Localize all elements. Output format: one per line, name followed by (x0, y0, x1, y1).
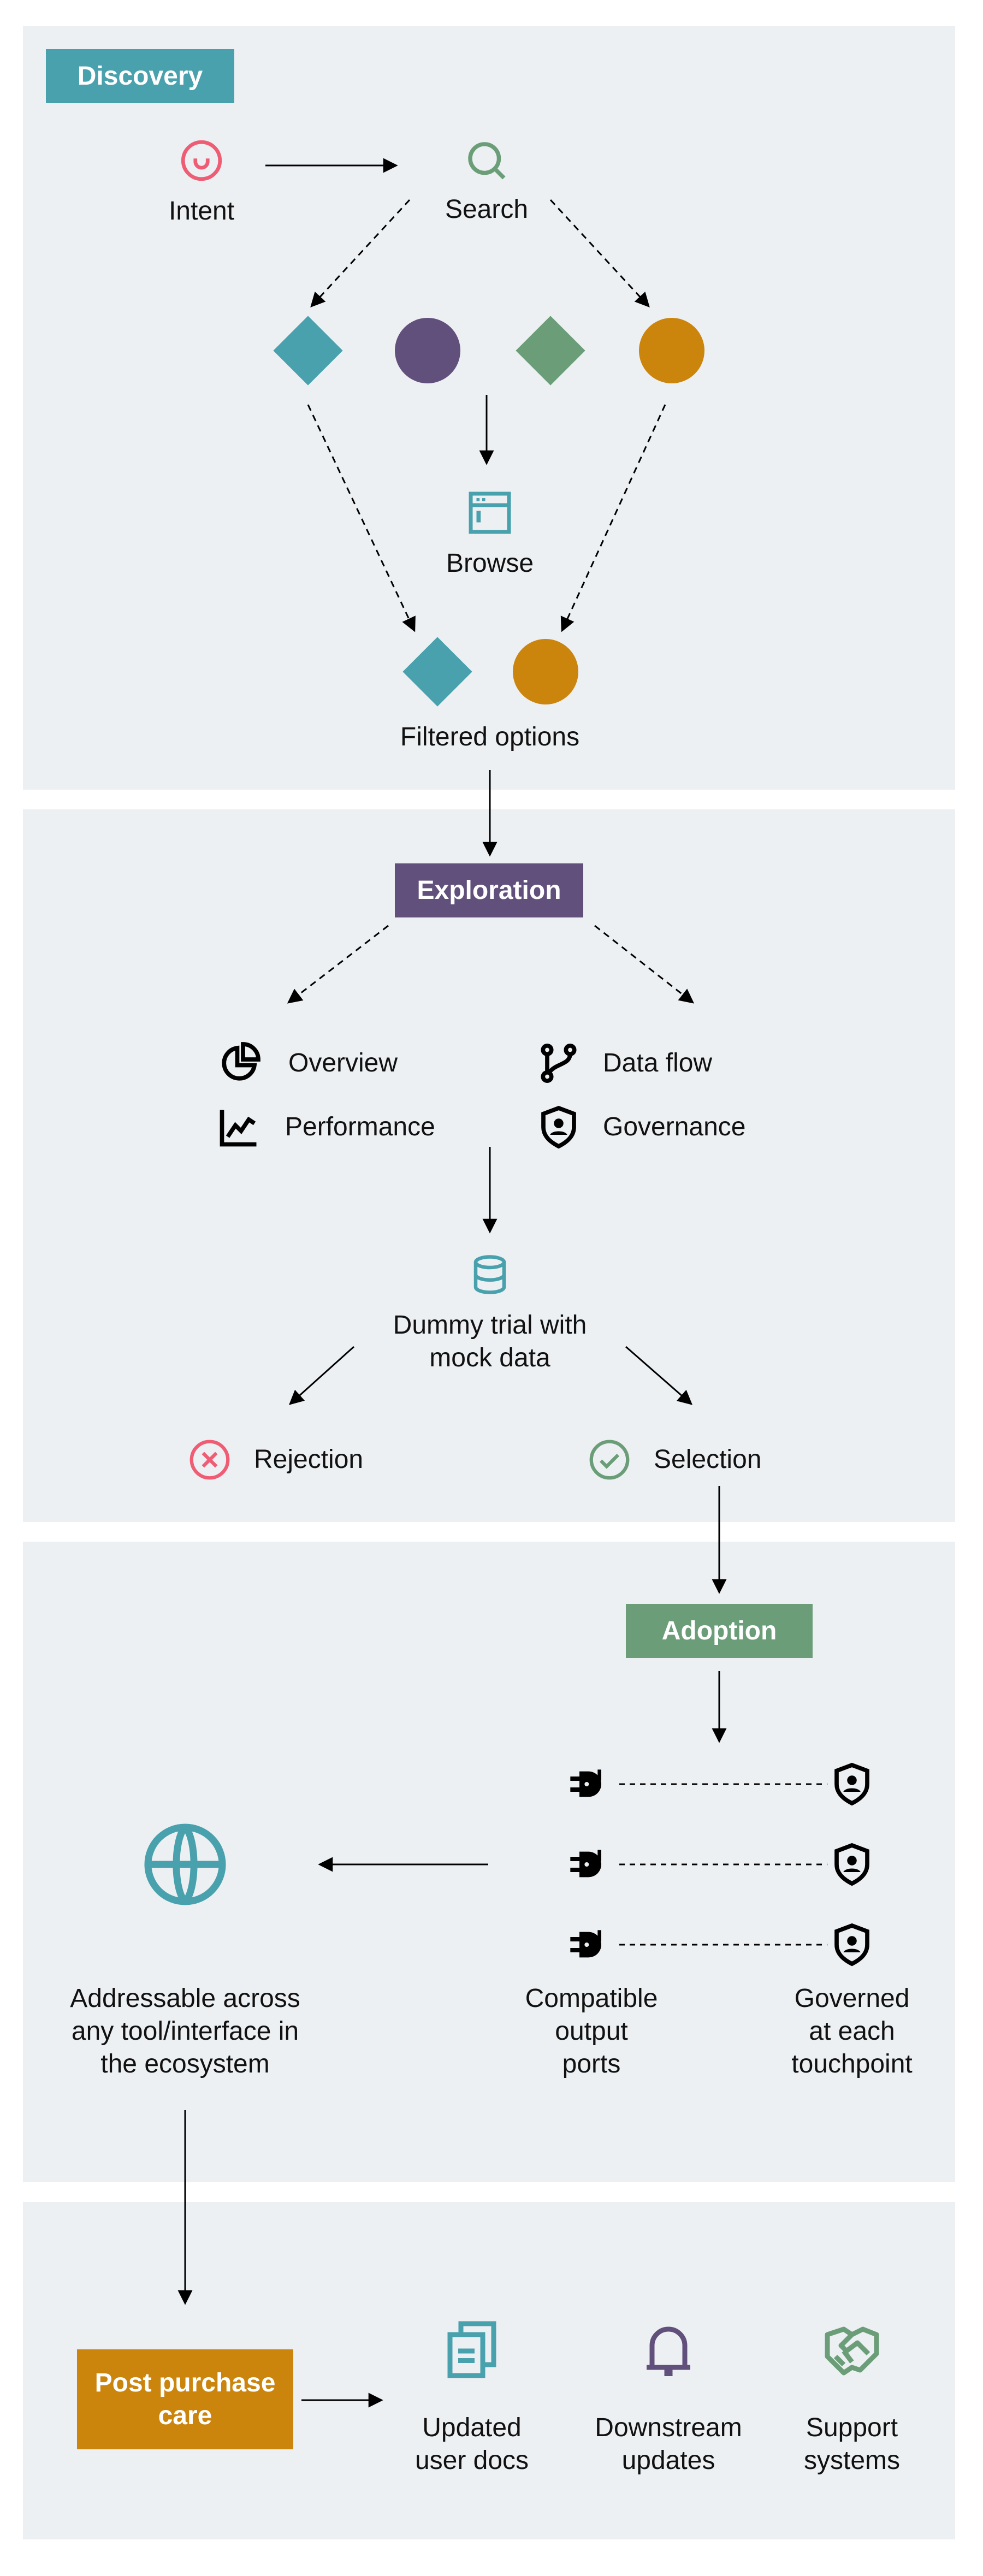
pie-chart-icon (222, 1042, 260, 1081)
line-chart-icon (220, 1110, 257, 1147)
browser-window-icon (469, 491, 511, 534)
adoption-stage-label: Adoption (626, 1604, 813, 1658)
arrow-left-filter (307, 404, 416, 632)
overview-label: Overview (288, 1049, 398, 1077)
shield-user-icon (834, 1843, 869, 1886)
arrow-to-selection (625, 1346, 693, 1405)
filtered-teal-diamond (402, 637, 472, 707)
governance-shield-icon (541, 1105, 576, 1149)
reject-x-circle-icon (190, 1440, 230, 1480)
shield-user-icon (834, 1762, 869, 1806)
data-flow-label: Data flow (603, 1049, 713, 1077)
exploration-stage-label: Exploration (395, 863, 583, 917)
bell-icon (647, 2326, 690, 2376)
option-purple-circle (395, 318, 460, 383)
docs-label: Updated user docs (414, 2413, 529, 2475)
ports-label: Compatible output ports (525, 1984, 658, 2078)
support-label: Support systems (803, 2413, 901, 2475)
governance-label: Governance (603, 1112, 746, 1141)
plug-port-icon (570, 1769, 601, 1797)
smile-icon (181, 140, 222, 181)
plug-port-icon (570, 1930, 601, 1958)
intent-label: Intent (168, 197, 235, 226)
option-green-diamond (516, 316, 585, 386)
plug-port-icon (570, 1850, 601, 1878)
option-teal-diamond (273, 316, 343, 386)
documents-icon (447, 2321, 496, 2378)
check-circle-icon (589, 1440, 630, 1480)
trial-label-line1: Dummy trial with (393, 1311, 587, 1340)
data-flow-branch-icon (541, 1043, 577, 1083)
filtered-options-label: Filtered options (400, 723, 580, 751)
option-orange-circle (639, 318, 704, 383)
governed-label: Governed at each touchpoint (791, 1984, 913, 2078)
arrow-search-right (549, 199, 650, 307)
performance-label: Performance (285, 1112, 435, 1141)
arrow-to-rejection (288, 1346, 355, 1405)
addressable-label: Addressable across any tool/interface in… (70, 1984, 300, 2078)
database-icon (473, 1255, 506, 1294)
discovery-stage-label: Discovery (46, 49, 234, 103)
search-icon (468, 142, 506, 180)
filtered-orange-circle (513, 639, 578, 704)
shield-user-icon (834, 1923, 869, 1967)
handshake-icon (825, 2326, 879, 2376)
selection-label: Selection (654, 1445, 762, 1474)
downstream-label: Downstream updates (595, 2413, 742, 2475)
arrow-exploration-left (287, 925, 389, 1004)
search-label: Search (445, 195, 529, 224)
browse-label: Browse (446, 549, 534, 578)
arrow-exploration-right (594, 925, 695, 1004)
arrow-right-filter (560, 404, 666, 632)
rejection-label: Rejection (254, 1445, 364, 1474)
post-purchase-stage-label: Post purchase care (77, 2349, 293, 2449)
arrow-search-left (310, 199, 411, 307)
globe-icon (144, 1823, 226, 1905)
trial-label-line2: mock data (429, 1343, 550, 1372)
